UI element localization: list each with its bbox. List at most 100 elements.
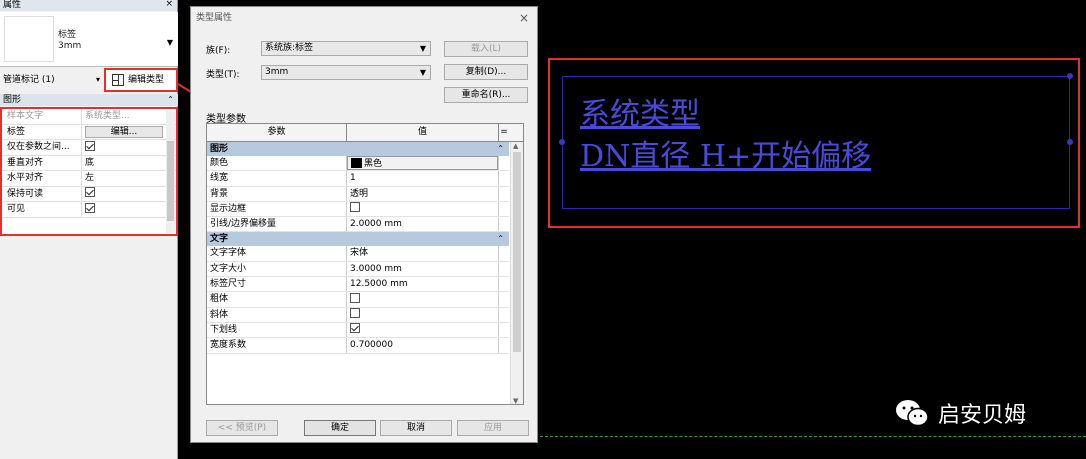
group-label: 文字 bbox=[210, 234, 229, 245]
chevron-down-icon[interactable]: ▾ bbox=[96, 72, 100, 88]
collapse-icon[interactable]: ⌃ bbox=[497, 142, 504, 156]
param-row: 文字字体 宋体 bbox=[207, 246, 509, 262]
type-thumbnail bbox=[4, 16, 54, 62]
instance-filter[interactable]: 管道标记 (1) ▾ bbox=[0, 72, 104, 88]
chevron-down-icon: ▼ bbox=[419, 68, 426, 77]
param-name: 引线/边界偏移量 bbox=[207, 217, 347, 232]
property-value[interactable]: 系统类型... bbox=[82, 109, 176, 124]
column-header-parameter[interactable]: 参数 bbox=[207, 124, 347, 141]
scrollbar[interactable] bbox=[166, 111, 175, 233]
cancel-button[interactable]: 取消 bbox=[380, 420, 452, 436]
duplicate-button[interactable]: 复制(D)... bbox=[444, 64, 528, 80]
param-row: 粗体 bbox=[207, 292, 509, 308]
rename-button[interactable]: 重命名(R)... bbox=[444, 87, 528, 103]
collapse-icon[interactable]: ⌃ bbox=[497, 232, 504, 246]
param-value[interactable]: 宋体 bbox=[347, 246, 499, 261]
property-name: 水平对齐 bbox=[2, 171, 82, 186]
property-row: 样本文字 系统类型... bbox=[2, 109, 176, 125]
apply-button[interactable]: 应用 bbox=[457, 420, 529, 436]
param-row: 显示边框 bbox=[207, 201, 509, 218]
tag-text-diameter-offset[interactable]: DN直径 H+开始偏移 bbox=[580, 140, 871, 174]
graphics-group-label: 图形 bbox=[3, 95, 22, 105]
chevron-down-icon[interactable]: ▼ bbox=[167, 38, 173, 47]
param-name: 标签尺寸 bbox=[207, 277, 347, 292]
param-value bbox=[347, 201, 499, 217]
property-name: 样本文字 bbox=[2, 109, 82, 124]
edit-type-icon bbox=[112, 74, 124, 86]
load-button[interactable]: 载入(L) bbox=[444, 41, 528, 57]
param-name: 文字大小 bbox=[207, 261, 347, 277]
group-label: 图形 bbox=[210, 144, 229, 154]
param-value[interactable]: 透明 bbox=[347, 186, 499, 201]
scroll-down-icon[interactable]: ▼ bbox=[513, 397, 518, 404]
param-name: 文字字体 bbox=[207, 246, 347, 261]
family-label: 族(F): bbox=[206, 46, 231, 56]
property-name: 标签 bbox=[2, 124, 82, 139]
left-grip[interactable] bbox=[559, 139, 565, 145]
edit-type-button[interactable]: 编辑类型 bbox=[104, 68, 178, 92]
property-value bbox=[82, 187, 176, 202]
property-row: 水平对齐 左 bbox=[2, 171, 176, 187]
group-header-text[interactable]: 文字 ⌃ bbox=[207, 232, 509, 247]
watermark: 启安贝姆 bbox=[894, 395, 1026, 431]
column-header-value[interactable]: 值 bbox=[347, 124, 499, 141]
param-value[interactable]: 黑色 bbox=[347, 156, 499, 171]
property-row: 垂直对齐 底 bbox=[2, 155, 176, 171]
type-label: 类型(T): bbox=[206, 70, 240, 80]
property-value bbox=[82, 202, 176, 217]
param-value[interactable]: 12.5000 mm bbox=[347, 277, 499, 292]
family-value: 系统族:标签 bbox=[265, 43, 314, 53]
property-row: 保持可读 bbox=[2, 186, 176, 202]
watermark-text: 启安贝姆 bbox=[938, 403, 1027, 428]
checkbox[interactable] bbox=[350, 202, 360, 213]
chevron-down-icon: ▼ bbox=[419, 44, 426, 53]
checkbox[interactable] bbox=[350, 323, 360, 334]
ok-button[interactable]: 确定 bbox=[304, 420, 376, 436]
param-value[interactable]: 1 bbox=[347, 171, 499, 186]
checkbox[interactable] bbox=[85, 140, 95, 151]
color-name: 黑色 bbox=[364, 159, 383, 169]
properties-panel: 属性 × 标签 3mm ▼ 管道标记 (1) ▾ 编辑类型 图形 ⌃ 样本文字 … bbox=[0, 0, 178, 459]
edit-type-label: 编辑类型 bbox=[128, 75, 165, 85]
dialog-title: 类型属性 bbox=[196, 13, 233, 23]
scrollbar-thumb[interactable] bbox=[513, 152, 521, 352]
scrollbar[interactable]: ▲ ▼ bbox=[510, 142, 523, 404]
property-name: 可见 bbox=[2, 202, 82, 217]
param-value[interactable]: 0.700000 bbox=[347, 338, 499, 353]
label-edit-button[interactable]: 编辑... bbox=[85, 125, 163, 138]
type-value: 3mm bbox=[265, 67, 289, 77]
property-value[interactable]: 底 bbox=[82, 156, 176, 171]
instance-filter-label: 管道标记 (1) bbox=[3, 75, 55, 85]
param-row: 下划线 bbox=[207, 322, 509, 339]
param-value[interactable]: 3.0000 mm bbox=[347, 261, 499, 277]
close-icon[interactable]: × bbox=[165, 0, 173, 9]
family-select[interactable]: 系统族:标签 ▼ bbox=[261, 41, 431, 56]
checkbox[interactable] bbox=[350, 308, 360, 319]
type-selector[interactable]: 标签 3mm ▼ bbox=[0, 12, 178, 67]
property-row: 仅在参数之间... bbox=[2, 140, 176, 156]
group-header-graphics[interactable]: 图形 ⌃ bbox=[207, 142, 509, 156]
scrollbar-thumb[interactable] bbox=[167, 141, 174, 221]
instance-properties-grid: 样本文字 系统类型... 标签 编辑... 仅在参数之间... 垂直对齐 底 水… bbox=[0, 107, 178, 236]
close-icon[interactable]: × bbox=[519, 7, 529, 29]
checkbox[interactable] bbox=[85, 187, 95, 197]
dialog-title-bar: 类型属性 × bbox=[191, 7, 537, 29]
type-size-name: 3mm bbox=[58, 41, 82, 51]
property-row: 可见 bbox=[2, 202, 176, 218]
top-right-grip[interactable] bbox=[1067, 73, 1073, 79]
param-value bbox=[347, 292, 499, 307]
graphics-group-header[interactable]: 图形 ⌃ bbox=[0, 94, 178, 106]
param-value bbox=[347, 307, 499, 322]
type-select[interactable]: 3mm ▼ bbox=[261, 65, 431, 80]
type-properties-dialog: 类型属性 × 族(F): 系统族:标签 ▼ 载入(L) 类型(T): 3mm ▼… bbox=[190, 6, 538, 443]
checkbox[interactable] bbox=[85, 202, 95, 213]
color-button[interactable]: 黑色 bbox=[347, 156, 498, 171]
tag-text-system-type[interactable]: 系统类型 bbox=[580, 98, 700, 132]
property-value[interactable]: 左 bbox=[82, 171, 176, 186]
param-value[interactable]: 2.0000 mm bbox=[347, 217, 499, 232]
right-grip[interactable] bbox=[1067, 139, 1073, 145]
column-header-formula[interactable]: = bbox=[499, 124, 509, 141]
scroll-up-icon[interactable]: ▲ bbox=[513, 142, 518, 150]
preview-button[interactable]: << 预览(P) bbox=[206, 420, 278, 436]
checkbox[interactable] bbox=[350, 292, 360, 303]
